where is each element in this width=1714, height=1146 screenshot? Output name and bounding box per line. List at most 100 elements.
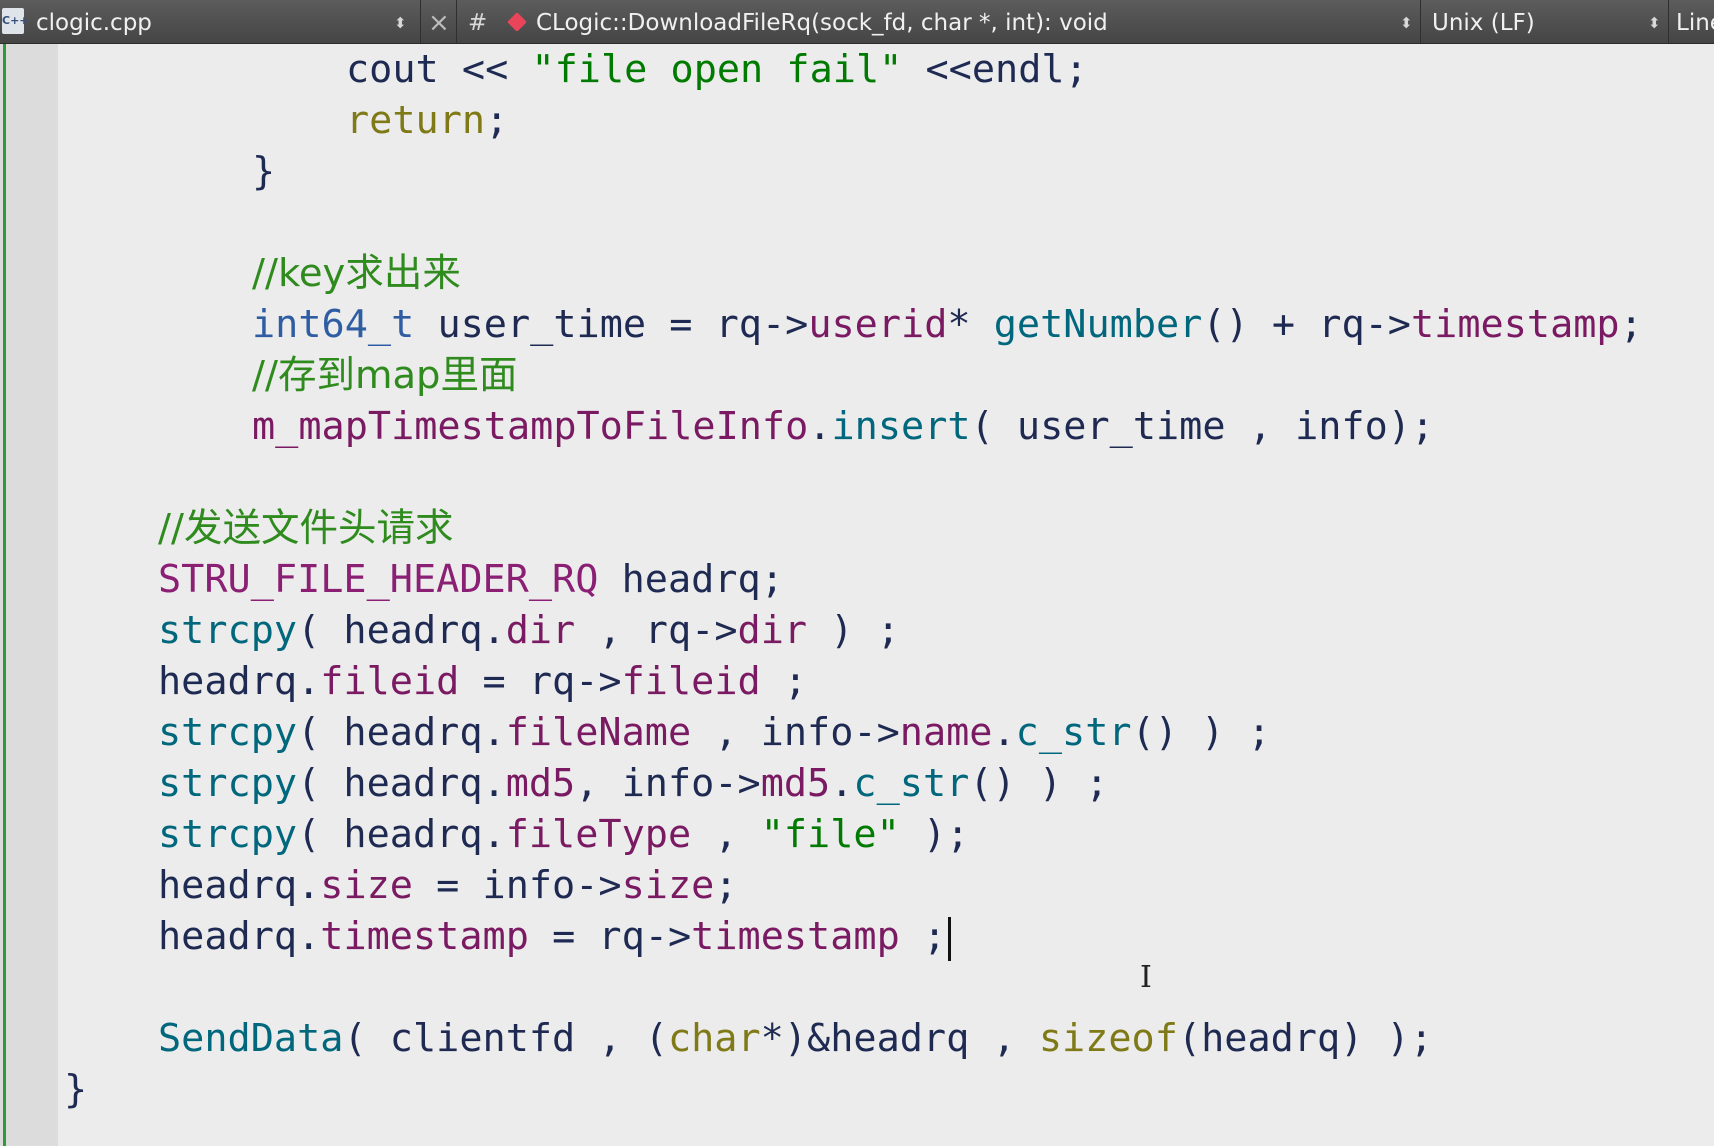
code-token-func: c_str: [1015, 710, 1132, 755]
code-token-plain: .: [830, 761, 854, 806]
code-token-plain: ;: [714, 863, 738, 908]
function-selector[interactable]: CLogic::DownloadFileRq(sock_fd, char *, …: [536, 0, 1108, 44]
code-token-keyword: char: [667, 1016, 761, 1061]
code-token-member: timestamp: [320, 914, 529, 959]
code-token-plain: ;: [485, 98, 509, 143]
code-token-plain: () + rq->: [1202, 302, 1411, 347]
code-token-plain: *)&headrq ,: [760, 1016, 1039, 1061]
line-number-gutter[interactable]: [0, 44, 58, 1146]
code-token-func: strcpy: [158, 710, 298, 755]
code-token-member: dir: [737, 608, 808, 653]
code-token-plain: ( headrq.: [297, 812, 506, 857]
code-token-string: "file": [760, 812, 900, 857]
code-line[interactable]: }: [64, 1064, 87, 1116]
editor-toolbar: C++ clogic.cpp ⬍ × # CLogic::DownloadFil…: [0, 0, 1714, 44]
code-token-plain: (headrq) );: [1177, 1016, 1433, 1061]
code-token-plain: ;: [760, 659, 808, 704]
code-line[interactable]: strcpy( headrq.dir , rq->dir ) ;: [158, 605, 900, 657]
code-token-plain: headrq;: [598, 557, 784, 602]
code-token-plain: .: [992, 710, 1016, 755]
code-token-plain: = info->: [412, 863, 622, 908]
code-token-func: strcpy: [158, 761, 298, 806]
code-token-func: SendData: [158, 1016, 344, 1061]
line-endings-selector[interactable]: Unix (LF): [1432, 0, 1535, 44]
code-line[interactable]: strcpy( headrq.md5, info->md5.c_str() ) …: [158, 758, 1108, 810]
code-line[interactable]: int64_t user_time = rq->userid* getNumbe…: [252, 299, 1643, 351]
code-line[interactable]: headrq.size = info->size;: [158, 860, 738, 912]
code-token-string: "file open fail": [531, 47, 903, 92]
change-marker-bar: [3, 44, 6, 1146]
code-line[interactable]: //key求出来: [252, 248, 461, 300]
code-token-plain: headrq.: [158, 914, 321, 959]
code-token-func: strcpy: [158, 608, 298, 653]
code-line[interactable]: //存到map里面: [252, 350, 517, 402]
code-line[interactable]: STRU_FILE_HEADER_RQ headrq;: [158, 554, 784, 606]
code-token-member: timestamp: [691, 914, 900, 959]
code-line[interactable]: headrq.fileid = rq->fileid ;: [158, 656, 807, 708]
code-token-func: c_str: [853, 761, 970, 806]
code-line[interactable]: cout << "file open fail" <<endl;: [346, 44, 1088, 96]
code-token-plain: ( user_time , info);: [970, 404, 1435, 449]
toolbar-separator: [456, 0, 457, 44]
code-token-member: fileName: [505, 710, 692, 755]
code-line[interactable]: }: [252, 146, 275, 198]
code-token-member: md5: [760, 761, 831, 806]
code-token-member: m_mapTimestampToFileInfo: [252, 404, 809, 449]
code-editor[interactable]: cout << "file open fail" <<endl; return;}…: [58, 44, 1714, 1146]
code-line[interactable]: return;: [346, 95, 508, 147]
code-line[interactable]: strcpy( headrq.fileName , info->name.c_s…: [158, 707, 1271, 759]
code-line[interactable]: //发送文件头请求: [158, 503, 453, 555]
code-token-plain: .: [808, 404, 832, 449]
code-token-plain: ,: [691, 812, 761, 857]
cursor-position-label[interactable]: Line: [1676, 0, 1714, 44]
code-token-member: name: [899, 710, 993, 755]
code-token-macro: STRU_FILE_HEADER_RQ: [158, 557, 599, 602]
code-token-member: dir: [505, 608, 576, 653]
code-token-plain: ;: [1619, 302, 1643, 347]
code-token-plain: = rq->: [459, 659, 622, 704]
code-token-member: userid: [808, 302, 948, 347]
mouse-ibeam-cursor-icon: I: [1140, 960, 1152, 995]
code-token-plain: <<endl;: [902, 47, 1088, 92]
code-token-plain: () ) ;: [969, 761, 1109, 806]
toolbar-separator: [420, 0, 421, 44]
code-line[interactable]: headrq.timestamp = rq->timestamp ;: [158, 911, 952, 963]
code-token-comment: //key求出来: [252, 251, 461, 296]
code-token-plain: headrq.: [158, 863, 321, 908]
close-document-button[interactable]: ×: [428, 0, 450, 44]
code-token-keyword: sizeof: [1038, 1016, 1178, 1061]
code-token-member: fileType: [505, 812, 692, 857]
code-token-plain: );: [899, 812, 970, 857]
code-line[interactable]: SendData( clientfd , (char*)&headrq , si…: [158, 1013, 1433, 1065]
code-token-plain: ( clientfd , (: [343, 1016, 668, 1061]
code-token-plain: ( headrq.: [297, 761, 506, 806]
code-line[interactable]: strcpy( headrq.fileType , "file" );: [158, 809, 969, 861]
code-token-plain: () ) ;: [1131, 710, 1271, 755]
code-line[interactable]: m_mapTimestampToFileInfo.insert( user_ti…: [252, 401, 1434, 453]
code-token-func: strcpy: [158, 812, 298, 857]
code-token-member: fileid: [621, 659, 761, 704]
code-token-plain: ( headrq.: [297, 710, 506, 755]
file-selector[interactable]: clogic.cpp: [36, 0, 152, 44]
updown-arrows-icon[interactable]: ⬍: [394, 0, 407, 44]
code-token-member: size: [320, 863, 413, 908]
code-token-plain: }: [252, 149, 276, 194]
code-token-plain: , rq->: [575, 608, 738, 653]
code-token-plain: , info->: [575, 761, 761, 806]
code-token-plain: , info->: [691, 710, 900, 755]
code-token-plain: ;: [899, 914, 947, 959]
code-token-plain: user_time = rq->: [414, 302, 809, 347]
updown-arrows-icon[interactable]: ⬍: [1648, 0, 1661, 44]
text-caret: [948, 916, 952, 961]
code-token-keyword: return: [346, 98, 486, 143]
code-token-plain: headrq.: [158, 659, 321, 704]
code-token-type: int64_t: [252, 302, 415, 347]
symbol-hash-icon: #: [468, 10, 488, 36]
code-token-plain: *: [947, 302, 994, 347]
code-token-member: md5: [505, 761, 576, 806]
code-token-plain: }: [64, 1067, 88, 1112]
updown-arrows-icon[interactable]: ⬍: [1400, 0, 1413, 44]
code-token-comment: //发送文件头请求: [158, 506, 454, 551]
code-token-member: size: [621, 863, 715, 908]
code-token-plain: ) ;: [807, 608, 900, 653]
